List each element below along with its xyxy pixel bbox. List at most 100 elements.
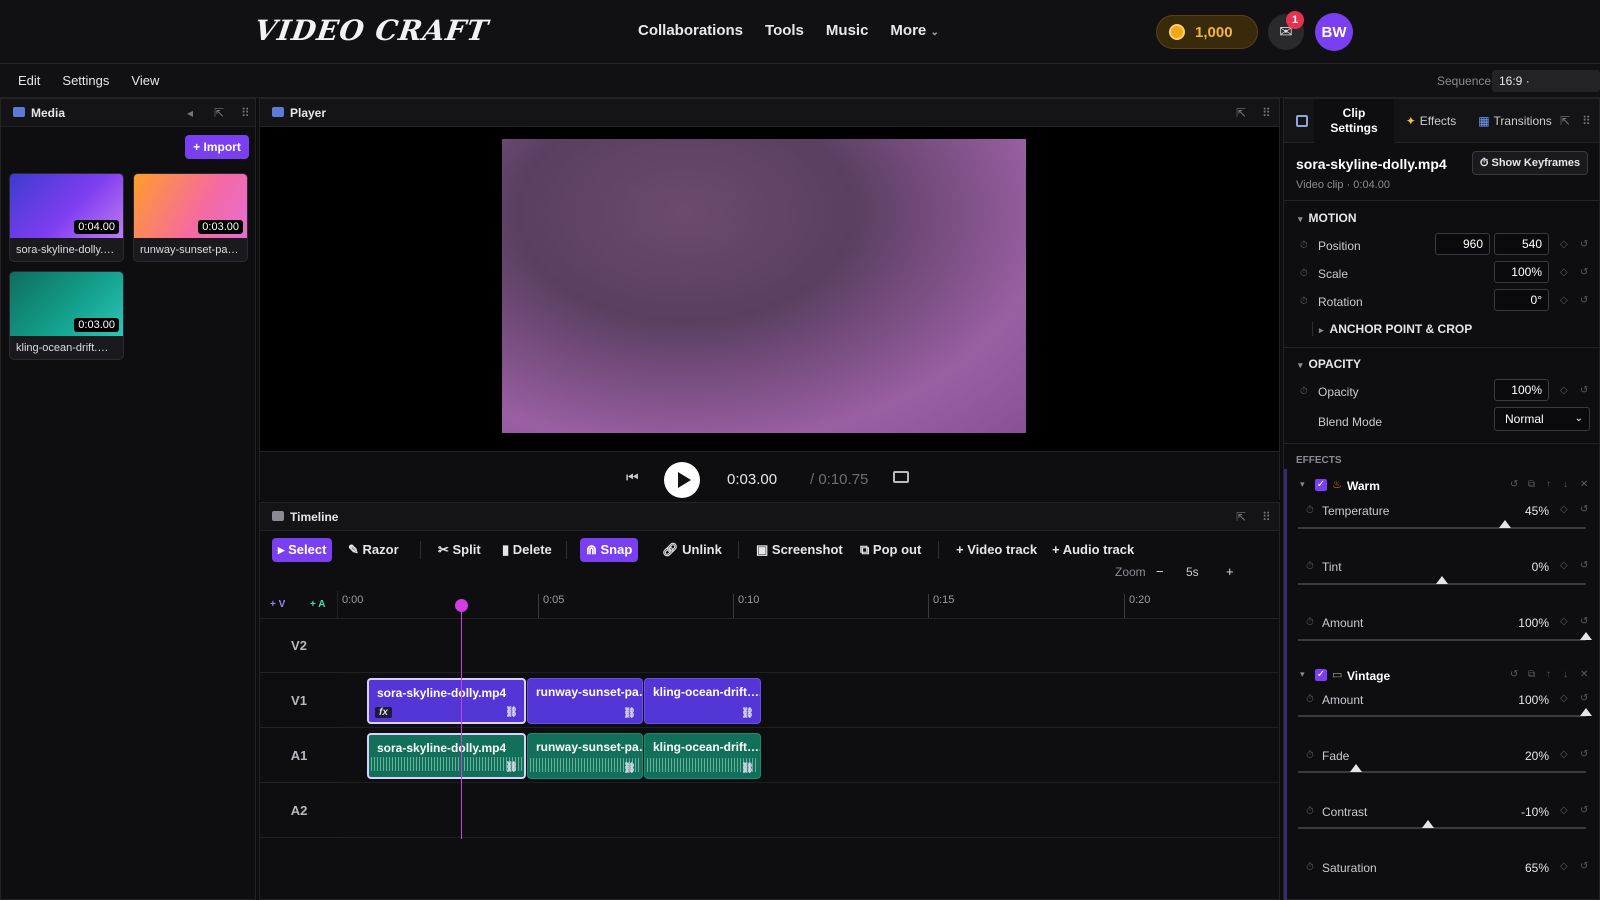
menu-edit[interactable]: Edit — [18, 73, 40, 88]
reset-icon[interactable]: ↺ — [1510, 479, 1518, 490]
contrast-slider[interactable] — [1298, 820, 1586, 829]
sequence-format[interactable]: 16:9 · 1920×1080 — [1492, 70, 1600, 110]
audio-clip[interactable]: sora-skyline-dolly.mp4 ⛓ — [367, 733, 526, 779]
video-preview[interactable] — [502, 139, 1026, 433]
split-button[interactable]: ✂ Split — [432, 538, 487, 562]
position-y-input[interactable]: 540 — [1494, 233, 1549, 255]
keyframe-diamond-icon[interactable]: ◇ — [1560, 805, 1568, 816]
stopwatch-icon[interactable]: ⏱ — [1306, 862, 1314, 873]
nav-more[interactable]: More ⌄ — [890, 22, 938, 39]
reset-icon[interactable]: ↺ — [1580, 239, 1588, 250]
camera-icon[interactable] — [893, 471, 909, 483]
video-clip[interactable]: kling-ocean-drift…. ⛓ — [644, 678, 761, 724]
reset-icon[interactable]: ↺ — [1580, 267, 1588, 278]
reset-icon[interactable]: ↺ — [1580, 861, 1588, 872]
keyframe-diamond-icon[interactable]: ◇ — [1560, 616, 1568, 627]
anchor-crop-section[interactable]: ▸ ANCHOR POINT & CROP — [1312, 322, 1472, 336]
time-ruler[interactable]: 0:00 0:05 0:10 0:15 0:20 — [338, 591, 1279, 619]
vintage-amount-slider[interactable] — [1298, 708, 1592, 717]
opacity-input[interactable]: 100% — [1494, 379, 1549, 401]
screenshot-button[interactable]: ▣ Screenshot — [750, 538, 849, 562]
audio-clip[interactable]: kling-ocean-drift…. ⛓ — [644, 733, 761, 779]
popout-icon[interactable]: ⇱ — [214, 106, 224, 120]
stopwatch-icon[interactable]: ⏱ — [1300, 386, 1308, 397]
play-button[interactable] — [664, 462, 700, 498]
temperature-slider[interactable] — [1298, 520, 1586, 529]
keyframe-diamond-icon[interactable]: ◇ — [1560, 385, 1568, 396]
chevron-down-icon[interactable]: ▾ — [1300, 479, 1305, 490]
reset-icon[interactable]: ↺ — [1580, 560, 1588, 571]
stopwatch-icon[interactable]: ⏱ — [1306, 617, 1314, 628]
keyframe-diamond-icon[interactable]: ◇ — [1560, 504, 1568, 515]
keyframe-diamond-icon[interactable]: ◇ — [1560, 239, 1568, 250]
reset-icon[interactable]: ↺ — [1580, 693, 1588, 704]
vintage-enable-checkbox[interactable]: ✓ — [1315, 669, 1327, 681]
keyframe-diamond-icon[interactable]: ◇ — [1560, 693, 1568, 704]
reset-icon[interactable]: ↺ — [1580, 616, 1588, 627]
playhead-handle[interactable] — [455, 599, 468, 612]
video-clip[interactable]: sora-skyline-dolly.mp4 fx ⛓ — [367, 678, 526, 724]
slider-thumb[interactable] — [1499, 520, 1512, 528]
collapse-left-icon[interactable]: ◂ — [187, 106, 193, 120]
layout-icon[interactable] — [1296, 115, 1308, 127]
razor-tool-button[interactable]: ✎ Razor — [342, 538, 405, 562]
reset-icon[interactable]: ↺ — [1580, 749, 1588, 760]
duplicate-icon[interactable]: ⧉ — [1528, 479, 1535, 490]
keyframe-diamond-icon[interactable]: ◇ — [1560, 560, 1568, 571]
blend-mode-select[interactable]: Normal ⌄ — [1494, 407, 1590, 431]
menu-view[interactable]: View — [131, 73, 159, 88]
stopwatch-icon[interactable]: ⏱ — [1306, 561, 1314, 572]
slider-thumb[interactable] — [1421, 820, 1434, 828]
position-x-input[interactable]: 960 — [1435, 233, 1490, 255]
warm-amount-slider[interactable] — [1298, 632, 1592, 641]
drag-handle-icon[interactable]: ⠿ — [241, 106, 250, 120]
stopwatch-icon[interactable]: ⏱ — [1306, 505, 1314, 516]
popout-button[interactable]: ⧉ Pop out — [854, 538, 927, 562]
duplicate-icon[interactable]: ⧉ — [1528, 669, 1535, 680]
tint-slider[interactable] — [1298, 576, 1586, 585]
slider-thumb[interactable] — [1349, 764, 1362, 772]
scale-input[interactable]: 100% — [1494, 261, 1549, 283]
track-a1[interactable]: sora-skyline-dolly.mp4 ⛓ runway-sunset-p… — [338, 729, 1279, 783]
popout-icon[interactable]: ⇱ — [1236, 510, 1246, 524]
reset-icon[interactable]: ↺ — [1580, 504, 1588, 515]
move-down-icon[interactable]: ↓ — [1563, 479, 1568, 490]
select-tool-button[interactable]: ▸ Select — [272, 538, 333, 562]
close-icon[interactable]: ✕ — [1580, 669, 1588, 680]
reset-icon[interactable]: ↺ — [1580, 295, 1588, 306]
fade-slider[interactable] — [1298, 764, 1586, 773]
move-up-icon[interactable]: ↑ — [1546, 669, 1551, 680]
add-audio-button[interactable]: + A — [310, 599, 325, 610]
move-down-icon[interactable]: ↓ — [1563, 669, 1568, 680]
opacity-section[interactable]: ▾ OPACITY — [1298, 357, 1361, 371]
motion-section[interactable]: ▾ MOTION — [1298, 211, 1357, 225]
popout-icon[interactable]: ⇱ — [1560, 114, 1570, 128]
keyframe-diamond-icon[interactable]: ◇ — [1560, 267, 1568, 278]
nav-tools[interactable]: Tools — [765, 22, 804, 39]
skip-back-icon[interactable]: ⏮ — [626, 469, 639, 486]
media-item[interactable]: 0:03.00 kling-ocean-drift.mp4 — [9, 271, 124, 360]
reset-icon[interactable]: ↺ — [1580, 385, 1588, 396]
delete-button[interactable]: ▮ Delete — [496, 538, 558, 562]
unlink-button[interactable]: 🔗︎ Unlink — [656, 538, 728, 562]
close-icon[interactable]: ✕ — [1580, 479, 1588, 490]
nav-collaborations[interactable]: Collaborations — [638, 22, 743, 39]
chevron-down-icon[interactable]: ▾ — [1300, 669, 1305, 680]
tab-clip-settings[interactable]: Clip Settings — [1314, 99, 1394, 143]
stopwatch-icon[interactable]: ⏱ — [1306, 694, 1314, 705]
slider-thumb[interactable] — [1580, 632, 1592, 640]
rotation-input[interactable]: 0° — [1494, 289, 1549, 311]
add-audio-track-button[interactable]: + Audio track — [1046, 538, 1140, 562]
avatar[interactable]: BW — [1315, 13, 1353, 51]
drag-handle-icon[interactable]: ⠿ — [1262, 510, 1271, 524]
add-video-track-button[interactable]: + Video track — [950, 538, 1043, 562]
drag-handle-icon[interactable]: ⠿ — [1262, 106, 1271, 120]
zoom-in-button[interactable]: + — [1226, 564, 1234, 579]
add-video-button[interactable]: + V — [270, 599, 285, 610]
reset-icon[interactable]: ↺ — [1510, 669, 1518, 680]
keyframe-diamond-icon[interactable]: ◇ — [1560, 295, 1568, 306]
stopwatch-icon[interactable]: ⏱ — [1300, 296, 1308, 307]
warm-enable-checkbox[interactable]: ✓ — [1315, 479, 1327, 491]
slider-thumb[interactable] — [1436, 576, 1448, 584]
show-keyframes-button[interactable]: ⏱ Show Keyframes — [1472, 151, 1588, 175]
